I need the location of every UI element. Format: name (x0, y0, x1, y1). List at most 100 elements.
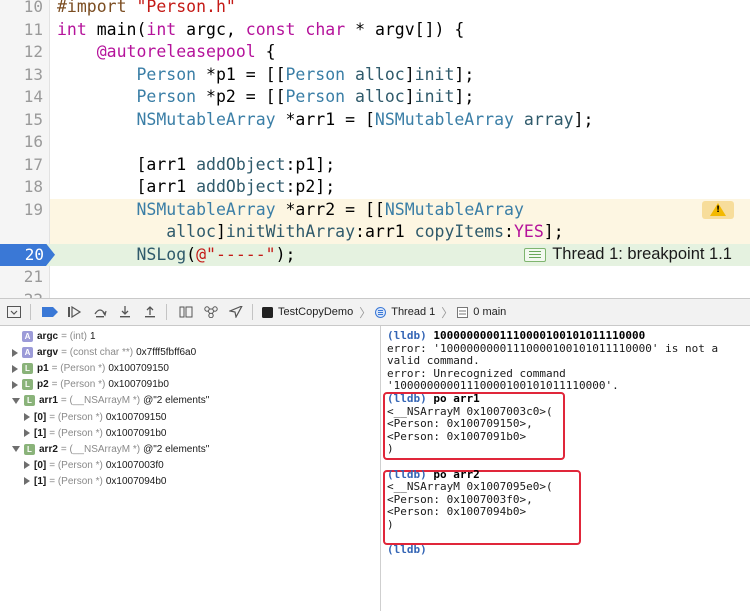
step-into-icon (120, 306, 130, 318)
disclosure-closed-icon[interactable] (24, 461, 30, 470)
continue-icon (68, 306, 82, 318)
code-token: alloc (355, 87, 405, 106)
code-line[interactable]: 21 (0, 266, 750, 289)
line-gutter[interactable]: 21 (0, 266, 50, 289)
breakpoint-icon (42, 307, 58, 317)
code-token: : (504, 222, 514, 241)
disclosure-closed-icon[interactable] (24, 429, 30, 438)
variable-row[interactable]: Lp2 = (Person *) 0x1007091b0 (12, 377, 169, 392)
code-line[interactable]: 11 int main(int argc, const char * argv[]… (0, 18, 750, 41)
code-token: ] (404, 64, 415, 84)
variable-row[interactable]: Aargv = (const char **) 0x7fff5fbff6a0 (12, 345, 196, 360)
code-text: #import "Person.h" (57, 0, 236, 19)
lldb-console[interactable]: (lldb) 10000000001110000100101011110000 e… (381, 326, 750, 611)
line-gutter[interactable]: 10 (0, 0, 50, 19)
hide-debug-area-button[interactable] (3, 301, 25, 323)
code-token: :p2]; (285, 177, 336, 196)
console-line: <Person: 0x1007091b0> (387, 430, 526, 444)
line-gutter[interactable]: 16 (0, 131, 50, 154)
code-line[interactable]: 12 @autoreleasepool { (0, 41, 750, 64)
code-line[interactable]: 18 [arr1 addObject:p2]; (0, 176, 750, 199)
breadcrumb-scheme[interactable]: TestCopyDemo 〉 (262, 304, 371, 321)
line-gutter[interactable]: 17 (0, 153, 50, 176)
disclosure-closed-icon[interactable] (12, 364, 18, 373)
code-line[interactable]: 15 NSMutableArray *arr1 = [NSMutableArra… (0, 108, 750, 131)
code-line[interactable]: 14 Person *p2 = [[Person alloc]init]; (0, 86, 750, 109)
code-line[interactable]: 13 Person *p1 = [[Person alloc]init]; (0, 63, 750, 86)
variable-row[interactable]: Lp1 = (Person *) 0x100709150 (12, 361, 169, 376)
disclosure-closed-icon[interactable] (12, 348, 18, 357)
line-gutter[interactable]: 15 (0, 108, 50, 131)
line-gutter[interactable]: 11 (0, 18, 50, 41)
variable-row[interactable]: [0] = (Person *) 0x100709150 (24, 410, 167, 425)
breakpoint-flag-icon[interactable]: 20 (0, 243, 55, 266)
disclosure-open-icon[interactable] (12, 397, 20, 404)
variable-type: = (Person *) (49, 475, 103, 487)
code-line[interactable]: 16 (0, 131, 750, 154)
code-line[interactable]: alloc]initWithArray:arr1 copyItems:YES]; (0, 221, 750, 244)
line-gutter[interactable]: 19 (0, 198, 50, 221)
code-token: NSMutableArray (384, 199, 524, 219)
line-gutter[interactable]: 14 (0, 86, 50, 109)
step-over-button[interactable] (89, 301, 111, 323)
console-output: '10000000001110000100101011110000'. (387, 379, 619, 393)
disclosure-open-icon[interactable] (12, 446, 20, 453)
code-token: alloc (355, 64, 405, 84)
simulate-location-button[interactable] (225, 301, 247, 323)
breadcrumb-frame[interactable]: 0 main (457, 306, 506, 318)
code-line[interactable]: 22 (0, 288, 750, 298)
disclosure-closed-icon[interactable] (12, 380, 18, 389)
code-token: char (305, 19, 346, 39)
breadcrumb-thread[interactable]: Thread 1 〉 (375, 304, 453, 321)
line-gutter[interactable]: 18 (0, 176, 50, 199)
code-line[interactable]: 19 NSMutableArray *arr2 = [[NSMutableArr… (0, 198, 750, 221)
variable-type: = (__NSArrayM *) (60, 395, 141, 407)
variable-type: = (Person *) (51, 363, 106, 375)
line-gutter[interactable]: 12 (0, 41, 50, 64)
line-gutter[interactable]: 13 (0, 63, 50, 86)
breakpoints-toggle-button[interactable] (39, 301, 61, 323)
step-out-button[interactable] (139, 301, 161, 323)
variable-name: argc (37, 331, 59, 342)
variable-type: = (__NSArrayM *) (60, 443, 141, 455)
variable-row[interactable]: Larr2 = (__NSArrayM *) @"2 elements" (12, 442, 209, 457)
breadcrumb-thread-label: Thread 1 (391, 306, 436, 318)
variables-view[interactable]: Aargc = (int) 1 Aargv = (const char **) 0x7ff… (0, 326, 381, 611)
code-token: :p1]; (285, 154, 336, 174)
disclosure-closed-icon[interactable] (24, 477, 30, 486)
variable-row[interactable]: Larr1 = (__NSArrayM *) @"2 elements" (12, 393, 209, 408)
line-gutter[interactable] (0, 221, 50, 244)
variable-row[interactable]: [0] = (Person *) 0x1007003f0 (24, 458, 164, 473)
console-line: ) (387, 518, 394, 532)
console-output: <Person: 0x1007003f0>, (387, 492, 533, 506)
code-token: init (414, 87, 455, 106)
view-hierarchy-button[interactable] (175, 301, 197, 323)
continue-button[interactable] (64, 301, 86, 323)
local-variable-badge-icon: L (24, 443, 35, 455)
variable-value: 0x1007091b0 (105, 427, 167, 439)
step-into-button[interactable] (114, 301, 136, 323)
variable-row[interactable]: Aargc = (int) 1 (12, 329, 96, 344)
code-line[interactable]: 10 #import "Person.h" (0, 0, 750, 19)
hide-panel-icon (7, 306, 21, 318)
variable-row[interactable]: [1] = (Person *) 0x1007091b0 (24, 426, 167, 441)
warning-badge[interactable]: ! (702, 200, 734, 219)
disclosure-closed-icon[interactable] (24, 413, 30, 421)
step-over-icon (94, 309, 107, 318)
breakpoint-annotation[interactable]: Thread 1: breakpoint 1.1 (524, 244, 732, 267)
source-editor[interactable]: 10 #import "Person.h" 11 int main(int argc,… (0, 0, 750, 298)
console-output: <__NSArrayM 0x1007003c0>( (387, 404, 553, 418)
debug-bar: TestCopyDemo 〉 Thread 1 〉 0 main (0, 298, 750, 326)
memory-graph-button[interactable] (200, 301, 222, 323)
code-line[interactable]: 20 NSLog(@"-----"); Thread 1: breakpoint … (0, 243, 750, 267)
line-gutter[interactable]: 22 (0, 288, 50, 298)
code-token: *arr1 = [ (275, 109, 375, 129)
argument-badge-icon: A (22, 347, 33, 359)
code-token: NSMutableArray (136, 199, 276, 219)
code-token: ]; (573, 109, 594, 129)
code-token: array (523, 109, 574, 129)
variable-row[interactable]: [1] = (Person *) 0x1007094b0 (24, 474, 167, 489)
code-line[interactable]: 17 [arr1 addObject:p1]; (0, 153, 750, 176)
